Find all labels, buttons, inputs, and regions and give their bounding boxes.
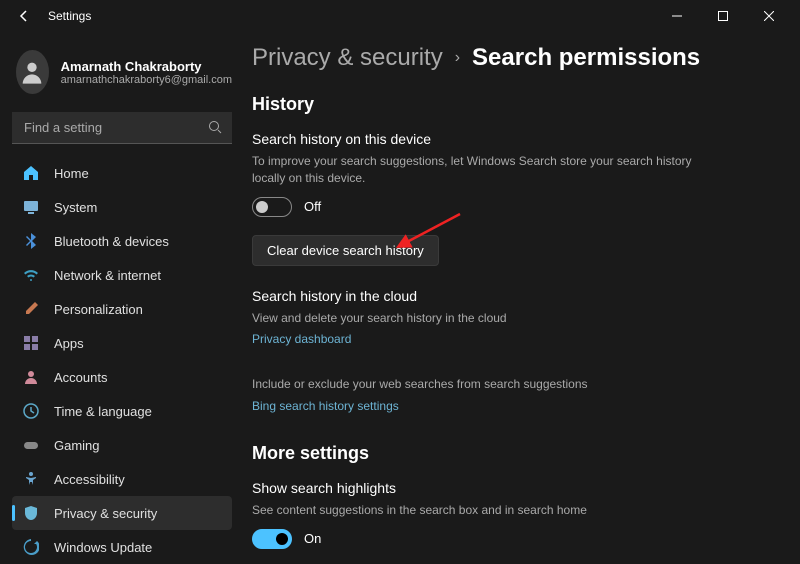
sidebar-item-label: Privacy & security — [54, 506, 157, 521]
breadcrumb-current: Search permissions — [472, 44, 700, 72]
profile[interactable]: Amarnath Chakraborty amarnathchakraborty… — [12, 40, 240, 112]
cloud-history-desc: View and delete your search history in t… — [252, 310, 712, 327]
search-icon — [208, 120, 222, 139]
sidebar-item-bluetooth[interactable]: Bluetooth & devices — [12, 224, 232, 258]
sidebar-item-label: System — [54, 200, 97, 215]
breadcrumb: Privacy & security › Search permissions — [252, 44, 776, 72]
close-button[interactable] — [746, 0, 792, 32]
cloud-history-subheading: Search history in the cloud — [252, 288, 776, 304]
sidebar-item-label: Accessibility — [54, 472, 125, 487]
sidebar-item-accounts[interactable]: Accounts — [12, 360, 232, 394]
bluetooth-icon — [22, 232, 40, 250]
highlights-desc: See content suggestions in the search bo… — [252, 502, 712, 519]
device-history-state: Off — [304, 199, 321, 214]
sidebar-item-label: Personalization — [54, 302, 143, 317]
highlights-toggle[interactable] — [252, 529, 292, 549]
sidebar-item-apps[interactable]: Apps — [12, 326, 232, 360]
privacy-icon — [22, 504, 40, 522]
more-settings-heading: More settings — [252, 443, 776, 464]
profile-email: amarnathchakraborty6@gmail.com — [61, 74, 232, 86]
device-history-toggle[interactable] — [252, 197, 292, 217]
device-history-desc: To improve your search suggestions, let … — [252, 153, 712, 187]
sidebar-item-label: Time & language — [54, 404, 152, 419]
sidebar-item-label: Home — [54, 166, 89, 181]
sidebar-item-home[interactable]: Home — [12, 156, 232, 190]
sidebar-item-accessibility[interactable]: Accessibility — [12, 462, 232, 496]
gaming-icon — [22, 436, 40, 454]
sidebar-item-label: Accounts — [54, 370, 107, 385]
breadcrumb-parent[interactable]: Privacy & security — [252, 44, 443, 72]
sidebar-item-network[interactable]: Network & internet — [12, 258, 232, 292]
minimize-button[interactable] — [654, 0, 700, 32]
history-heading: History — [252, 94, 776, 115]
system-icon — [22, 198, 40, 216]
sidebar-item-privacy[interactable]: Privacy & security — [12, 496, 232, 530]
accounts-icon — [22, 368, 40, 386]
highlights-subheading: Show search highlights — [252, 480, 776, 496]
sidebar-item-label: Gaming — [54, 438, 100, 453]
sidebar-item-personalization[interactable]: Personalization — [12, 292, 232, 326]
device-history-subheading: Search history on this device — [252, 131, 776, 147]
personalization-icon — [22, 300, 40, 318]
search-box — [12, 112, 232, 144]
sidebar-item-label: Network & internet — [54, 268, 161, 283]
avatar — [16, 50, 49, 94]
update-icon — [22, 538, 40, 556]
search-input[interactable] — [12, 112, 232, 144]
home-icon — [22, 164, 40, 182]
back-button[interactable] — [8, 0, 40, 32]
include-exclude-desc: Include or exclude your web searches fro… — [252, 376, 712, 393]
time-icon — [22, 402, 40, 420]
sidebar-item-time[interactable]: Time & language — [12, 394, 232, 428]
privacy-dashboard-link[interactable]: Privacy dashboard — [252, 332, 351, 346]
network-icon — [22, 266, 40, 284]
profile-name: Amarnath Chakraborty — [61, 59, 232, 74]
sidebar-item-label: Apps — [54, 336, 84, 351]
sidebar-item-label: Windows Update — [54, 540, 152, 555]
sidebar-item-system[interactable]: System — [12, 190, 232, 224]
chevron-right-icon: › — [455, 49, 460, 67]
sidebar-item-label: Bluetooth & devices — [54, 234, 169, 249]
clear-history-button[interactable]: Clear device search history — [252, 235, 439, 266]
apps-icon — [22, 334, 40, 352]
maximize-button[interactable] — [700, 0, 746, 32]
window-title: Settings — [48, 9, 91, 23]
bing-history-link[interactable]: Bing search history settings — [252, 399, 399, 413]
accessibility-icon — [22, 470, 40, 488]
highlights-state: On — [304, 531, 321, 546]
sidebar-item-gaming[interactable]: Gaming — [12, 428, 232, 462]
